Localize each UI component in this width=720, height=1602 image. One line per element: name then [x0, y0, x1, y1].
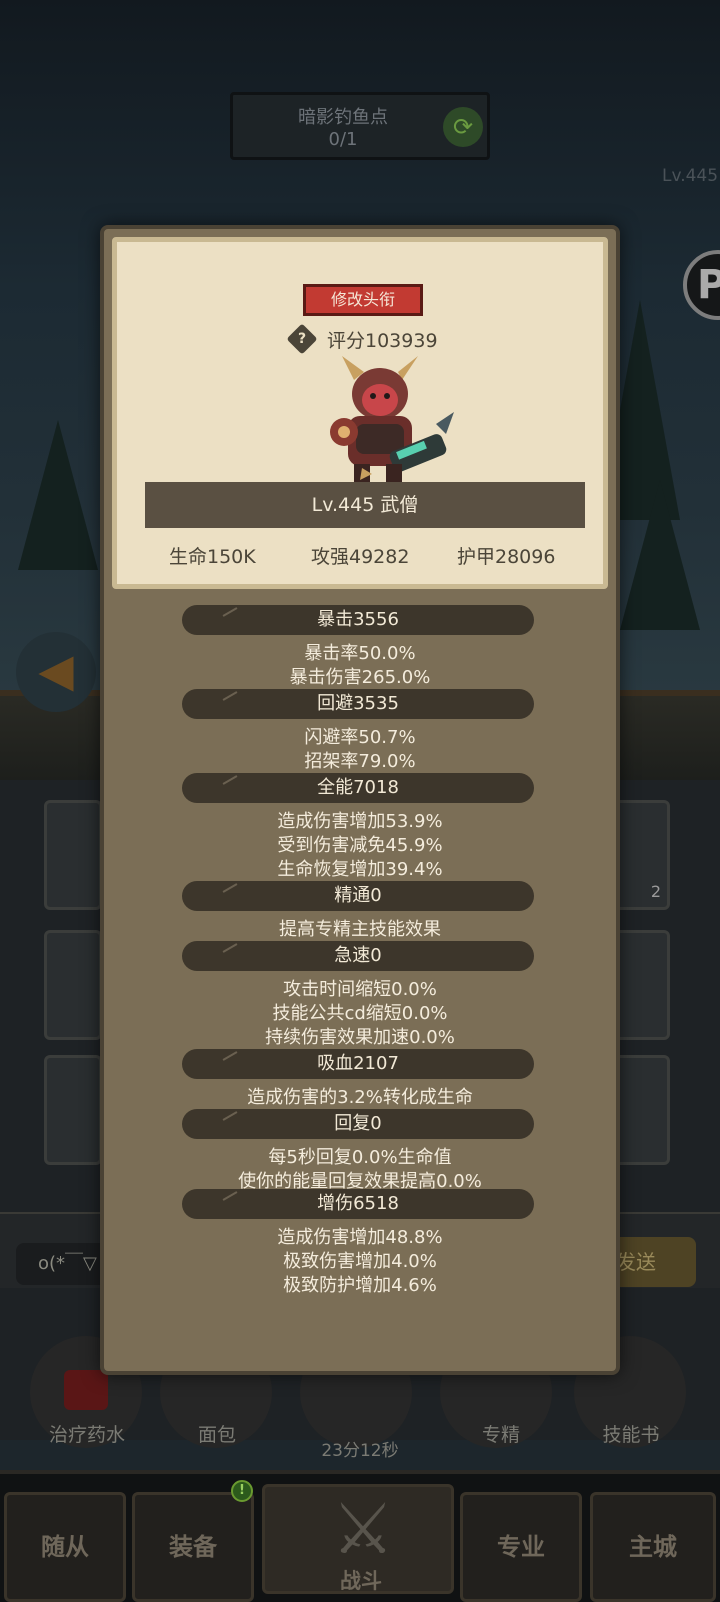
- detail-line: 暴击率50.0%: [304, 643, 416, 664]
- detail-line: 生命恢复增加39.4%: [277, 859, 443, 880]
- detail-line: 造成伤害增加53.9%: [277, 811, 443, 832]
- detail-line: 每5秒回复0.0%生命值: [268, 1147, 452, 1168]
- section-crit: 暴击3556: [182, 605, 534, 635]
- hero-portrait: [330, 356, 454, 486]
- slot[interactable]: [612, 930, 670, 1040]
- location-box[interactable]: 暗影钓鱼点 0/1 ⟳: [230, 92, 490, 160]
- detail-line: 持续伤害效果加速0.0%: [265, 1027, 455, 1048]
- tree-silhouette: [620, 480, 700, 630]
- slot[interactable]: 2: [612, 800, 670, 910]
- detail-line: 极致防护增加4.6%: [283, 1275, 437, 1296]
- hero-name-bar: Lv.445 武僧: [145, 482, 585, 528]
- detail-line: 招架率79.0%: [304, 751, 416, 772]
- item-label: 面包: [197, 1424, 236, 1446]
- refresh-icon[interactable]: ⟳: [443, 107, 483, 147]
- section-haste: 急速0: [182, 941, 534, 971]
- slot[interactable]: [612, 1055, 670, 1165]
- detail-line: 技能公共cd缩短0.0%: [272, 1003, 448, 1024]
- item-label: 治疗药水: [48, 1424, 125, 1446]
- chest-timer: 23分12秒: [321, 1441, 399, 1461]
- notification-badge: !: [231, 1480, 253, 1502]
- detail-line: 攻击时间缩短0.0%: [283, 979, 437, 1000]
- slot-count: 2: [650, 882, 661, 901]
- tab-followers[interactable]: 随从: [4, 1492, 126, 1602]
- edit-title-button[interactable]: 修改头衔: [303, 284, 423, 316]
- slot[interactable]: [44, 1055, 102, 1165]
- detail-line: 暴击伤害265.0%: [289, 667, 431, 688]
- tab-main-city[interactable]: 主城: [590, 1492, 716, 1602]
- detail-line: 闪避率50.7%: [304, 727, 416, 748]
- detail-line: 造成伤害的3.2%转化成生命: [247, 1087, 473, 1108]
- section-damage-bonus: 增伤6518: [182, 1189, 534, 1219]
- item-label: 专精: [481, 1424, 520, 1446]
- back-arrow-icon[interactable]: ◀: [16, 632, 96, 712]
- section-versatility: 全能7018: [182, 773, 534, 803]
- potion-bottle-icon: [64, 1370, 108, 1410]
- stat-attack: 攻强49282: [311, 546, 410, 568]
- character-stats-panel: 修改头衔 ? 评分103939 Lv.445 武僧 生命150K 攻强49282…: [100, 225, 620, 1375]
- stat-hp: 生命150K: [169, 546, 256, 568]
- detail-line: 极致伤害增加4.0%: [283, 1251, 437, 1272]
- section-avoidance: 回避3535: [182, 689, 534, 719]
- detail-line: 提高专精主技能效果: [279, 919, 441, 940]
- slot[interactable]: [44, 930, 102, 1040]
- location-count: 0/1: [328, 129, 358, 150]
- section-regen: 回复0: [182, 1109, 534, 1139]
- slot[interactable]: [44, 800, 102, 910]
- tree-silhouette: [18, 420, 98, 570]
- location-name: 暗影钓鱼点: [298, 107, 388, 128]
- tab-profession[interactable]: 专业: [460, 1492, 582, 1602]
- item-label: 技能书: [602, 1424, 660, 1446]
- section-mastery: 精通0: [182, 881, 534, 911]
- crossed-swords-icon: ⚔: [331, 1488, 395, 1570]
- score-label: 评分103939: [327, 330, 438, 352]
- section-leech: 吸血2107: [182, 1049, 534, 1079]
- tab-battle-label: 战斗: [340, 1569, 382, 1593]
- detail-line: 受到伤害减免45.9%: [277, 835, 443, 856]
- detail-line: 造成伤害增加48.8%: [277, 1227, 443, 1248]
- character-card: 修改头衔 ? 评分103939 Lv.445 武僧 生命150K 攻强49282…: [112, 237, 608, 589]
- stat-armor: 护甲28096: [457, 546, 556, 568]
- level-label: Lv.445: [662, 166, 719, 186]
- tab-equipment[interactable]: 装备: [132, 1492, 254, 1602]
